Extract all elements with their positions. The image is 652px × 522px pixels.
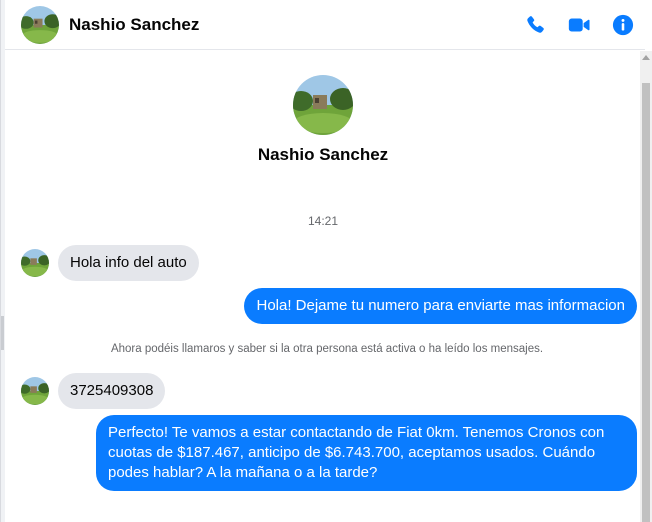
outgoing-message-bubble[interactable]: Perfecto! Te vamos a estar contactando d… [96, 415, 637, 491]
avatar-landscape-image [293, 75, 353, 135]
incoming-message-bubble[interactable]: Hola info del auto [58, 245, 199, 281]
avatar-landscape-image [21, 377, 49, 405]
sender-avatar[interactable] [21, 377, 49, 405]
video-camera-icon [568, 18, 590, 31]
info-icon [612, 14, 634, 35]
contact-profile-header: Nashio Sanchez [5, 75, 641, 165]
outgoing-message-bubble[interactable]: Hola! Dejame tu numero para enviarte mas… [244, 288, 637, 324]
scrollbar[interactable] [640, 51, 652, 522]
messenger-window: Nashio Sanchez Nashio Sanchez 14:21 Hola… [0, 0, 652, 522]
avatar-landscape-image [21, 249, 49, 277]
sender-avatar[interactable] [21, 249, 49, 277]
incoming-message-row: 3725409308 [21, 373, 166, 409]
profile-avatar[interactable] [293, 75, 353, 135]
profile-name: Nashio Sanchez [257, 145, 389, 164]
message-list[interactable]: Nashio Sanchez 14:21 Hola info del auto … [5, 51, 641, 522]
header-actions [513, 7, 645, 43]
conversation-info-button[interactable] [601, 7, 645, 43]
incoming-message-bubble[interactable]: 3725409308 [58, 373, 166, 409]
system-notice: Ahora podéis llamaros y saber si la otra… [110, 343, 544, 355]
message-timestamp: 14:21 [307, 214, 339, 228]
contact-name[interactable]: Nashio Sanchez [69, 15, 199, 35]
avatar[interactable] [21, 5, 59, 44]
voice-call-button[interactable] [513, 7, 557, 43]
phone-icon [527, 15, 544, 33]
scrollbar-thumb[interactable] [642, 83, 650, 522]
scroll-up-arrow-icon[interactable] [642, 55, 650, 60]
video-call-button[interactable] [557, 7, 601, 43]
conversation-header: Nashio Sanchez [5, 0, 645, 50]
avatar-landscape-image [21, 5, 59, 44]
incoming-message-row: Hola info del auto [21, 245, 199, 281]
